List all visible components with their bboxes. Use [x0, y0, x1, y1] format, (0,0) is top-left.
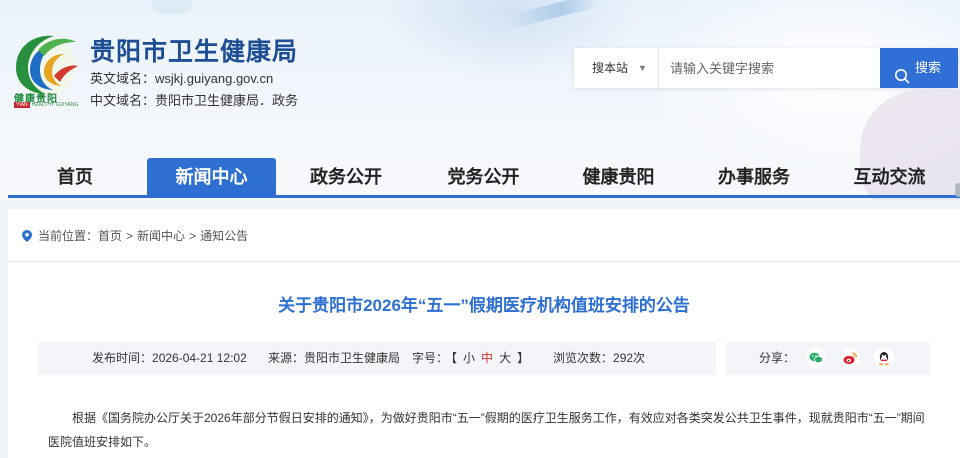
- domain-en: 英文域名：wsjkj.guiyang.gov.cn: [90, 68, 273, 87]
- banner-vial-decoration: [152, 0, 192, 14]
- logo-text-en: YIAN HEALTHY GUIYANG: [14, 102, 78, 108]
- search-button-label: 搜索: [915, 60, 942, 75]
- font-size-label: 字号：: [412, 351, 449, 365]
- site-title[interactable]: 贵阳市卫生健康局: [90, 32, 298, 68]
- nav-item-party-affairs[interactable]: 党务公开: [416, 158, 551, 196]
- font-size-medium[interactable]: 中: [481, 351, 493, 365]
- main-nav: 首页 新闻中心 政务公开 党务公开 健康贵阳 办事服务 互动交流: [8, 158, 960, 196]
- content-panel: 当前位置：首页 > 新闻中心 > 通知公告 关于贵阳市2026年“五一”假期医疗机构值班…: [8, 209, 960, 458]
- qq-icon[interactable]: [874, 348, 894, 368]
- publish-time-value: 2026-04-21 12:02: [152, 351, 247, 365]
- domain-cn-label: 中文域名：: [90, 93, 156, 108]
- article-body-paragraph: 根据《国务院办公厅关于2026年部分节假日安排的通知》，为做好贵阳市“五一”假期…: [48, 411, 925, 449]
- wechat-icon[interactable]: [806, 348, 826, 368]
- nav-item-home[interactable]: 首页: [8, 158, 142, 196]
- article-source: 来源：贵阳市卫生健康局: [268, 342, 400, 375]
- breadcrumb-separator: >: [189, 229, 197, 243]
- divider: [8, 261, 960, 262]
- view-count: 浏览次数：292次: [553, 342, 645, 375]
- breadcrumb: 当前位置：首页 > 新闻中心 > 通知公告: [22, 227, 248, 245]
- font-size-small[interactable]: 小: [463, 351, 475, 365]
- breadcrumb-prefix: 当前位置：: [38, 229, 99, 243]
- view-count-label: 浏览次数：: [553, 351, 614, 365]
- font-bracket-close: 】: [517, 351, 530, 365]
- font-bracket-open: 【: [451, 351, 458, 365]
- breadcrumb-home[interactable]: 首页: [98, 229, 122, 243]
- search-scope-select[interactable]: 搜本站 ▼: [574, 48, 659, 88]
- article-title: 关于贵阳市2026年“五一”假期医疗机构值班安排的公告: [278, 296, 690, 315]
- search-input[interactable]: [658, 48, 886, 88]
- search-scope-label: 搜本站: [592, 61, 629, 75]
- side-float-tab[interactable]: [955, 183, 960, 197]
- search-icon: [894, 60, 910, 100]
- publish-time: 发布时间：2026-04-21 12:02: [92, 342, 247, 375]
- nav-underline: [8, 195, 960, 198]
- nav-item-services[interactable]: 办事服务: [686, 158, 822, 196]
- share-bar: 分享：: [726, 342, 930, 375]
- nav-item-government-affairs[interactable]: 政务公开: [276, 158, 416, 196]
- search-box: 搜本站 ▼ 搜索: [574, 48, 958, 88]
- breadcrumb-notices[interactable]: 通知公告: [200, 229, 248, 243]
- weibo-icon[interactable]: [840, 348, 860, 368]
- source-value: 贵阳市卫生健康局: [304, 351, 401, 365]
- caret-down-icon: ▼: [638, 63, 647, 73]
- source-label: 来源：: [268, 351, 305, 365]
- search-button[interactable]: 搜索: [880, 48, 958, 88]
- logo-tag: YIAN: [14, 102, 30, 108]
- domain-en-label: 英文域名：: [90, 71, 156, 86]
- nav-item-healthy-guiyang[interactable]: 健康贵阳: [551, 158, 686, 196]
- font-size-control: 字号：【小中大】: [412, 342, 532, 375]
- view-count-value: 292次: [613, 351, 646, 365]
- domain-en-value: wsjkj.guiyang.gov.cn: [155, 71, 274, 86]
- breadcrumb-separator: >: [126, 229, 134, 243]
- font-size-large[interactable]: 大: [499, 351, 511, 365]
- domain-cn-value: 贵阳市卫生健康局．政务: [155, 93, 299, 108]
- article-meta-bar: 发布时间：2026-04-21 12:02 来源：贵阳市卫生健康局 字号：【小中…: [38, 342, 716, 375]
- share-label: 分享：: [759, 351, 796, 365]
- nav-item-news-center[interactable]: 新闻中心: [147, 158, 276, 196]
- nav-item-interaction[interactable]: 互动交流: [822, 158, 957, 196]
- breadcrumb-news-center[interactable]: 新闻中心: [137, 229, 185, 243]
- publish-time-label: 发布时间：: [92, 351, 153, 365]
- logo-text-en-label: HEALTHY GUIYANG: [31, 102, 79, 108]
- domain-cn: 中文域名：贵阳市卫生健康局．政务: [90, 90, 298, 109]
- location-pin-icon: [22, 230, 32, 245]
